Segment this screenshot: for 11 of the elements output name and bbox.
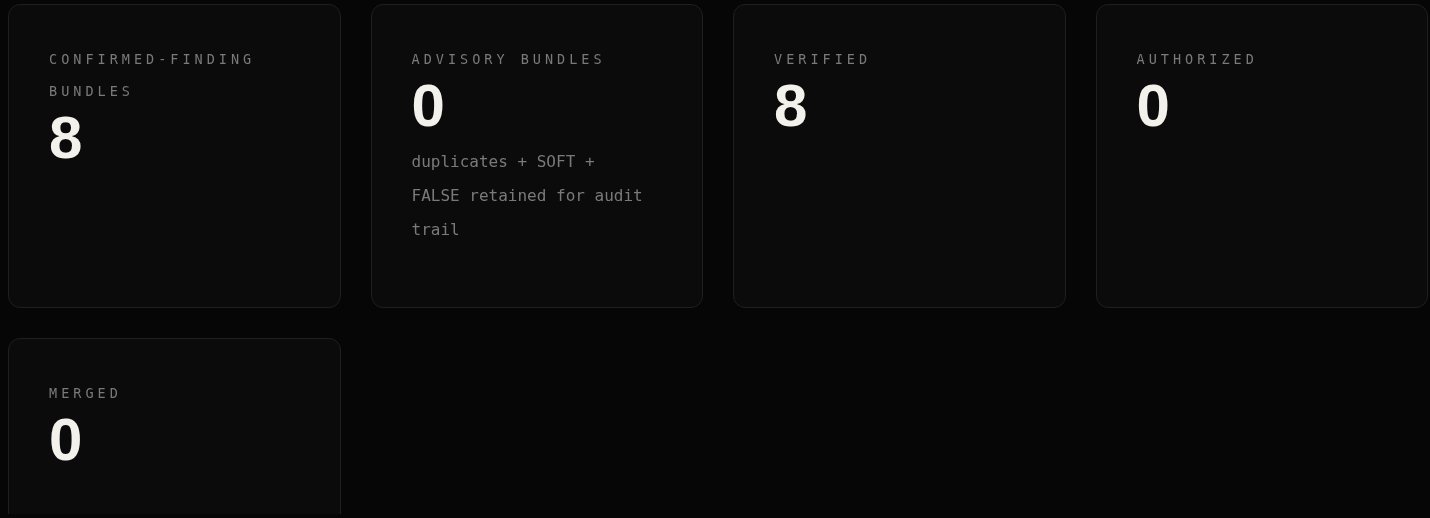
stat-label: AUTHORIZED (1136, 50, 1259, 69)
stat-note: duplicates + SOFT + FALSE retained for audit trail (411, 151, 644, 241)
stat-label: ADVISORY BUNDLES (411, 50, 607, 69)
stat-label: MERGED (49, 384, 123, 403)
stat-label: VERIFIED (774, 50, 873, 69)
stat-value: 0 (49, 407, 84, 473)
stat-value: 0 (1136, 73, 1171, 139)
stat-value: 8 (774, 73, 809, 139)
stat-label: CONFIRMED-FINDING BUNDLES (49, 50, 257, 101)
stat-value: 8 (49, 105, 84, 171)
stat-value: 0 (411, 73, 446, 139)
